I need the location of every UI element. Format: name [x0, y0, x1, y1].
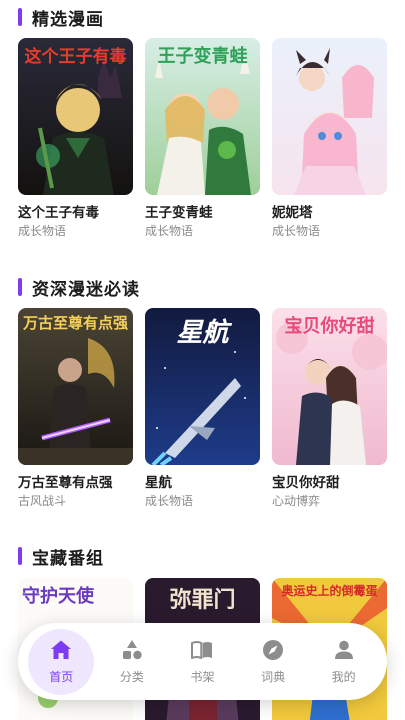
section-title: 资深漫迷必读	[32, 279, 140, 300]
home-icon	[51, 640, 72, 659]
cover-title-art: 弥罪门	[169, 588, 236, 613]
nav-label: 首页	[49, 670, 74, 684]
comic-tag: 古风战斗	[18, 494, 67, 508]
comic-title: 王子变青蛙	[145, 205, 213, 221]
section-title: 宝藏番组	[32, 548, 104, 569]
comic-tag: 成长物语	[272, 224, 321, 238]
comic-cover[interactable]: 王子变青蛙	[145, 38, 260, 195]
comic-title: 这个王子有毒	[18, 205, 99, 221]
category-icon	[122, 640, 142, 660]
nav-home[interactable]: 首页	[28, 628, 95, 695]
nav-bookshelf[interactable]: 书架	[169, 629, 235, 695]
comic-cover[interactable]: 这个王子有毒	[18, 38, 133, 195]
comic-title: 妮妮塔	[272, 205, 313, 221]
nav-category[interactable]: 分类	[99, 629, 165, 695]
nav-label: 我的	[331, 670, 356, 684]
nav-label: 分类	[119, 670, 144, 684]
nav-dictionary[interactable]: 词典	[240, 629, 306, 695]
bottom-nav: 首页 分类 书架 词典 我的	[18, 623, 387, 700]
comic-tag: 成长物语	[145, 224, 194, 238]
comic-cover[interactable]: 宝贝你好甜	[272, 308, 387, 465]
section-title: 精选漫画	[32, 9, 104, 30]
comic-tag: 成长物语	[18, 224, 67, 238]
nav-label: 书架	[190, 670, 215, 684]
section-accent-bar	[18, 547, 22, 565]
section-header: 宝藏番组	[18, 545, 104, 569]
nav-profile[interactable]: 我的	[311, 629, 377, 695]
section-accent-bar	[18, 8, 22, 26]
cover-title-art: 王子变青蛙	[157, 46, 248, 67]
cover-title-art: 守护天使	[22, 586, 94, 607]
section-accent-bar	[18, 278, 22, 296]
section-featured: 精选漫画 这个王子有毒 这个王子有毒 成长物语 王子变青蛙 王子变青蛙 成长物语…	[0, 0, 405, 250]
comic-cover[interactable]: 星航	[145, 308, 260, 465]
section-header: 精选漫画	[18, 6, 104, 30]
bookshelf-icon	[191, 641, 213, 659]
cover-title-art: 这个王子有毒	[24, 47, 127, 67]
comic-cover[interactable]	[272, 38, 387, 195]
cover-title-art: 万古至尊有点强	[22, 314, 128, 332]
section-must-read: 资深漫迷必读 万古至尊有点强 万古至尊有点强 古风战斗 星航 星航 成长物语 宝…	[0, 270, 405, 520]
cover-title-art: 星航	[176, 318, 229, 348]
profile-icon	[334, 640, 353, 659]
comic-cover[interactable]: 万古至尊有点强	[18, 308, 133, 465]
comic-tag: 成长物语	[145, 494, 194, 508]
comic-title: 星航	[145, 475, 172, 491]
cover-title-art: 奥运史上的倒霉蛋	[281, 584, 378, 598]
comic-tag: 心动博弈	[272, 494, 321, 508]
comic-title: 宝贝你好甜	[272, 475, 340, 491]
nav-label: 词典	[261, 670, 286, 684]
compass-icon	[263, 640, 284, 660]
comic-title: 万古至尊有点强	[18, 475, 113, 491]
section-header: 资深漫迷必读	[18, 276, 140, 300]
cover-title-art: 宝贝你好甜	[284, 316, 375, 337]
